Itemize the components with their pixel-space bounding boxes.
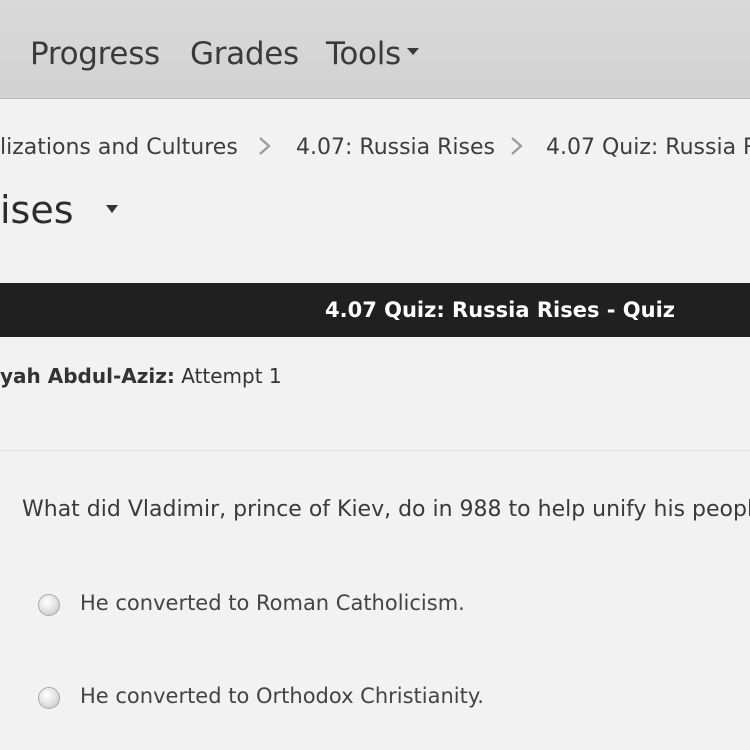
page-title: ises — [0, 188, 74, 232]
caret-down-icon — [406, 48, 419, 55]
attempt-info: yah Abdul-Aziz: Attempt 1 — [0, 364, 282, 388]
nav-progress-label: Progress — [30, 36, 160, 72]
nav-grades-label: Grades — [190, 36, 299, 72]
nav-tools-label: Tools — [326, 36, 401, 72]
breadcrumb-item-lesson[interactable]: 4.07: Russia Rises — [296, 135, 495, 160]
top-navigation: Progress Grades Tools — [0, 0, 750, 99]
student-name: yah Abdul-Aziz: — [0, 364, 175, 388]
quiz-header-bar: 4.07 Quiz: Russia Rises - Quiz — [0, 283, 750, 337]
chevron-right-icon — [259, 137, 271, 155]
answer-option-label: He converted to Orthodox Christianity. — [80, 684, 484, 708]
breadcrumb: lizations and Cultures 4.07: Russia Rise… — [0, 130, 750, 166]
caret-down-icon[interactable] — [106, 205, 118, 213]
radio-button-icon[interactable] — [38, 687, 60, 709]
nav-progress[interactable]: Progress — [30, 36, 160, 72]
nav-grades[interactable]: Grades — [190, 36, 299, 72]
quiz-header-title: 4.07 Quiz: Russia Rises - Quiz — [325, 298, 676, 322]
answer-option-label: He converted to Roman Catholicism. — [80, 591, 465, 615]
divider — [0, 450, 750, 451]
chevron-right-icon — [511, 137, 523, 155]
question-text: What did Vladimir, prince of Kiev, do in… — [22, 497, 750, 522]
radio-button-icon[interactable] — [38, 594, 60, 616]
breadcrumb-item-quiz[interactable]: 4.07 Quiz: Russia Ri — [546, 135, 750, 160]
nav-tools[interactable]: Tools — [326, 36, 419, 72]
attempt-number: Attempt 1 — [181, 364, 282, 388]
breadcrumb-item-course[interactable]: lizations and Cultures — [0, 135, 238, 160]
